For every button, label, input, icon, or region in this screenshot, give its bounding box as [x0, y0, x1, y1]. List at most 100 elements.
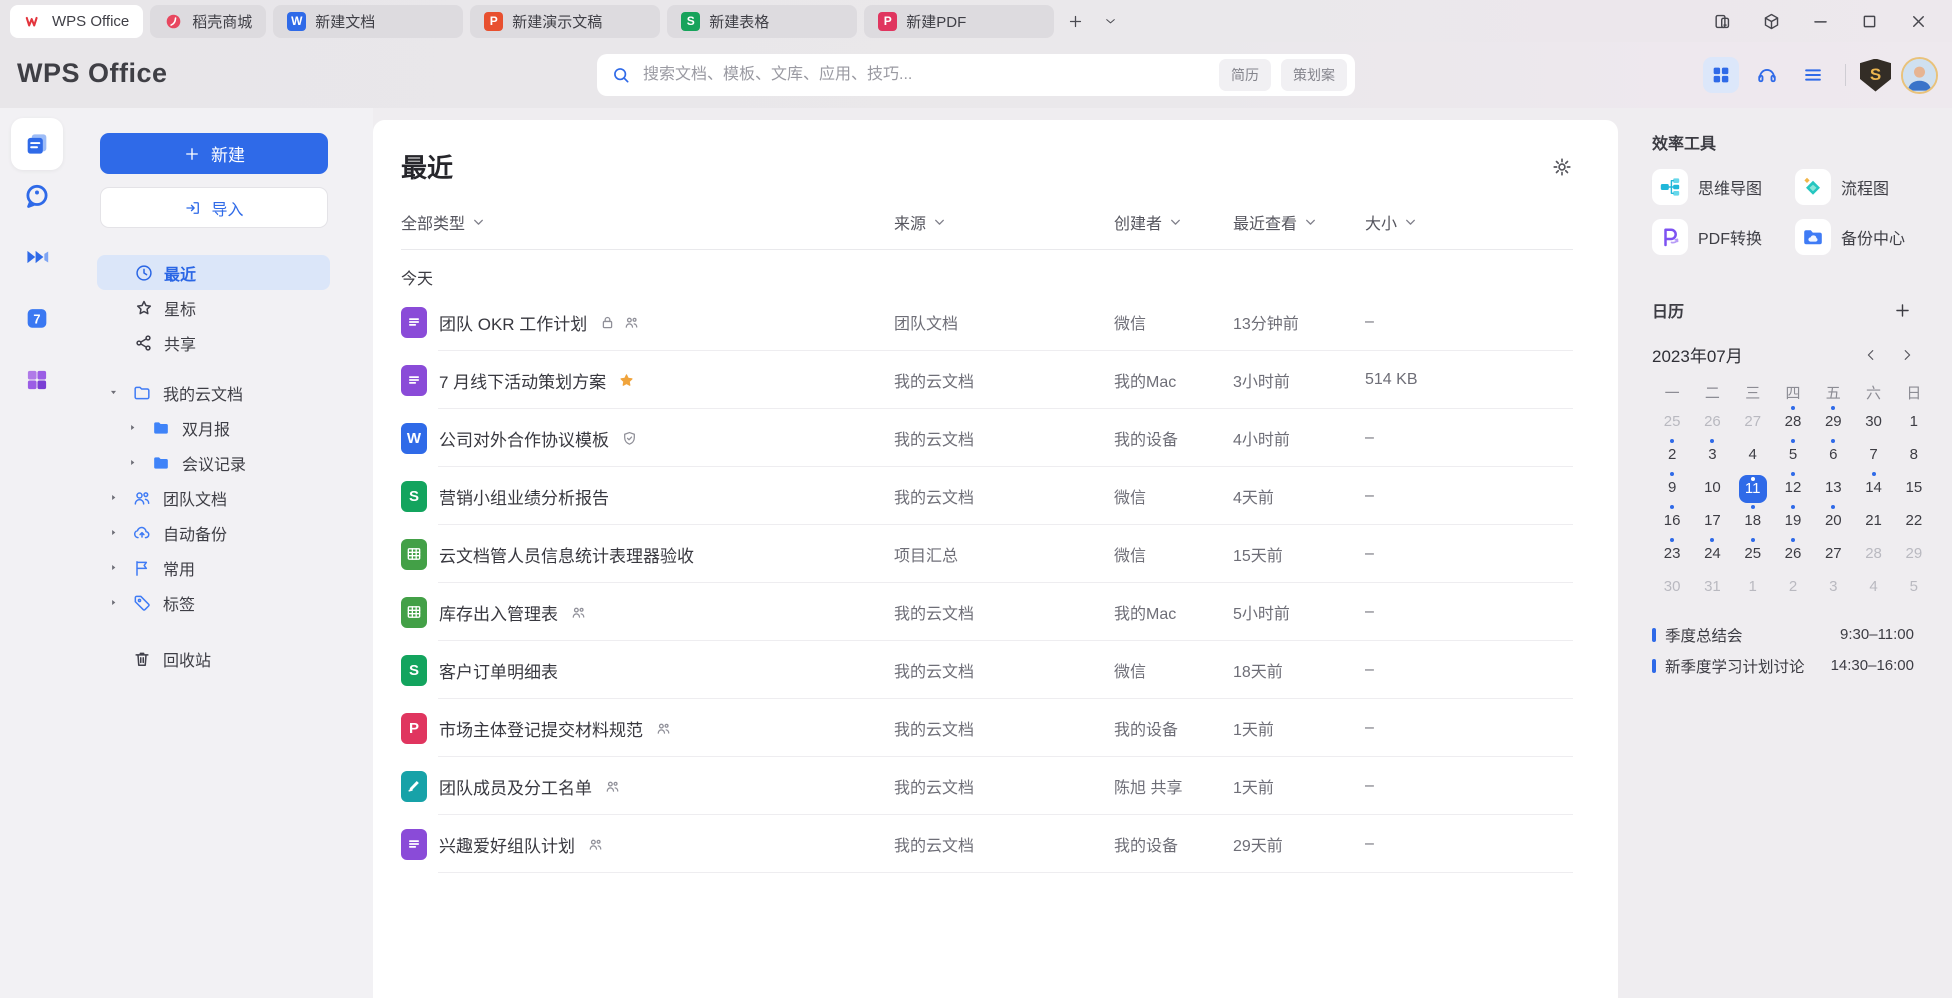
calendar-day[interactable]: 12	[1773, 471, 1813, 504]
file-row[interactable]: W 公司对外合作协议模板 我的云文档 我的设备 4小时前 –	[401, 409, 1573, 467]
tree-item[interactable]: 团队文档	[97, 480, 330, 515]
search-input[interactable]	[641, 65, 1209, 85]
file-row[interactable]: P 市场主体登记提交材料规范 我的云文档 我的设备 1天前 –	[401, 699, 1573, 757]
tree-item[interactable]: 自动备份	[97, 515, 330, 550]
caret-right-icon[interactable]	[108, 527, 119, 538]
calendar-day[interactable]: 8	[1894, 438, 1934, 471]
filter-dropdown[interactable]: 最近查看	[1233, 210, 1365, 234]
gear-icon[interactable]	[1551, 156, 1573, 178]
caret-right-icon[interactable]	[127, 422, 138, 433]
tab[interactable]: S新建表格	[667, 5, 857, 38]
filter-dropdown[interactable]: 全部类型	[401, 210, 894, 234]
tab[interactable]: WPS Office	[10, 5, 143, 38]
filter-dropdown[interactable]: 大小	[1365, 210, 1573, 234]
calendar-day[interactable]: 17	[1692, 504, 1732, 537]
sidebar-item-clock[interactable]: 最近	[97, 255, 330, 290]
calendar-day[interactable]: 2	[1773, 570, 1813, 603]
file-row[interactable]: 7 月线下活动策划方案 我的云文档 我的Mac 3小时前 514 KB	[401, 351, 1573, 409]
calendar-day[interactable]: 4	[1853, 570, 1893, 603]
tab[interactable]: P新建演示文稿	[470, 5, 660, 38]
calendar-day[interactable]: 5	[1894, 570, 1934, 603]
rail-item-meeting[interactable]	[11, 231, 63, 283]
calendar-day[interactable]: 23	[1652, 537, 1692, 570]
calendar-day[interactable]: 21	[1853, 504, 1893, 537]
calendar-day[interactable]: 30	[1652, 570, 1692, 603]
new-tab-button[interactable]	[1061, 7, 1089, 35]
support-button[interactable]	[1749, 57, 1785, 93]
filter-dropdown[interactable]: 创建者	[1114, 210, 1233, 234]
calendar-day[interactable]: 3	[1692, 438, 1732, 471]
calendar-day[interactable]: 26	[1773, 537, 1813, 570]
apps-grid-button[interactable]	[1703, 57, 1739, 93]
tab[interactable]: P新建PDF	[864, 5, 1054, 38]
calendar-day[interactable]: 29	[1894, 537, 1934, 570]
tree-item[interactable]: 常用	[97, 550, 330, 585]
rail-item-apps[interactable]	[11, 354, 63, 406]
calendar-day-selected[interactable]: 11	[1733, 471, 1773, 504]
calendar-day[interactable]: 22	[1894, 504, 1934, 537]
calendar-day[interactable]: 27	[1733, 405, 1773, 438]
tree-item[interactable]: 标签	[97, 585, 330, 620]
tab[interactable]: W新建文档	[273, 5, 463, 38]
sidebar-item-star[interactable]: 星标	[97, 290, 330, 325]
calendar-day[interactable]: 25	[1652, 405, 1692, 438]
calendar-day[interactable]: 9	[1652, 471, 1692, 504]
file-row[interactable]: 团队成员及分工名单 我的云文档 陈旭 共享 1天前 –	[401, 757, 1573, 815]
calendar-day[interactable]: 6	[1813, 438, 1853, 471]
vip-badge[interactable]: S	[1860, 59, 1891, 92]
calendar-day[interactable]: 26	[1692, 405, 1732, 438]
calendar-day[interactable]: 25	[1733, 537, 1773, 570]
add-event-icon[interactable]	[1893, 301, 1912, 320]
rail-item-documents[interactable]	[11, 118, 63, 170]
calendar-day[interactable]: 28	[1773, 405, 1813, 438]
tab[interactable]: 稻壳商城	[150, 5, 266, 38]
filter-dropdown[interactable]: 来源	[894, 210, 1114, 234]
panel-toggle-icon[interactable]	[1713, 12, 1732, 31]
task-list-button[interactable]	[1795, 57, 1831, 93]
search-tag-resume[interactable]: 简历	[1219, 59, 1271, 91]
caret-down-icon[interactable]	[108, 387, 119, 398]
rail-item-calendar[interactable]: 7	[11, 292, 63, 344]
file-row[interactable]: 团队 OKR 工作计划 团队文档 微信 13分钟前 –	[401, 293, 1573, 351]
sidebar-item-trash[interactable]: 回收站	[97, 641, 330, 676]
calendar-day[interactable]: 16	[1652, 504, 1692, 537]
minimize-icon[interactable]	[1811, 12, 1830, 31]
file-row[interactable]: 云文档管人员信息统计表理器验收 项目汇总 微信 15天前 –	[401, 525, 1573, 583]
user-avatar[interactable]	[1901, 57, 1938, 94]
calendar-day[interactable]: 1	[1733, 570, 1773, 603]
calendar-day[interactable]: 29	[1813, 405, 1853, 438]
calendar-day[interactable]: 5	[1773, 438, 1813, 471]
tree-item[interactable]: 双月报	[97, 410, 330, 445]
file-row[interactable]: 兴趣爱好组队计划 我的云文档 我的设备 29天前 –	[401, 815, 1573, 873]
caret-right-icon[interactable]	[127, 457, 138, 468]
calendar-day[interactable]: 13	[1813, 471, 1853, 504]
calendar-event[interactable]: 新季度学习计划讨论 14:30–16:00	[1652, 650, 1914, 681]
calendar-day[interactable]: 3	[1813, 570, 1853, 603]
rail-item-chat[interactable]	[11, 170, 63, 222]
calendar-day[interactable]: 15	[1894, 471, 1934, 504]
calendar-day[interactable]: 4	[1733, 438, 1773, 471]
caret-right-icon[interactable]	[108, 597, 119, 608]
calendar-day[interactable]: 24	[1692, 537, 1732, 570]
calendar-day[interactable]: 18	[1733, 504, 1773, 537]
import-button[interactable]: 导入	[100, 187, 328, 228]
calendar-day[interactable]: 30	[1853, 405, 1893, 438]
tool-pdfconv[interactable]: PDF转换	[1652, 219, 1795, 255]
calendar-event[interactable]: 季度总结会 9:30–11:00	[1652, 619, 1914, 650]
chevron-right-icon[interactable]	[1900, 348, 1914, 362]
calendar-day[interactable]: 28	[1853, 537, 1893, 570]
tree-item[interactable]: 我的云文档	[97, 375, 330, 410]
sidebar-item-share[interactable]: 共享	[97, 325, 330, 360]
calendar-day[interactable]: 10	[1692, 471, 1732, 504]
workspace-box-icon[interactable]	[1762, 12, 1781, 31]
chevron-left-icon[interactable]	[1864, 348, 1878, 362]
file-row[interactable]: S 营销小组业绩分析报告 我的云文档 微信 4天前 –	[401, 467, 1573, 525]
new-document-button[interactable]: 新建	[100, 133, 328, 174]
calendar-day[interactable]: 20	[1813, 504, 1853, 537]
calendar-day[interactable]: 14	[1853, 471, 1893, 504]
search-tag-plan[interactable]: 策划案	[1281, 59, 1347, 91]
calendar-day[interactable]: 31	[1692, 570, 1732, 603]
calendar-day[interactable]: 2	[1652, 438, 1692, 471]
close-icon[interactable]	[1909, 12, 1928, 31]
search-bar[interactable]: 简历 策划案	[597, 54, 1355, 96]
